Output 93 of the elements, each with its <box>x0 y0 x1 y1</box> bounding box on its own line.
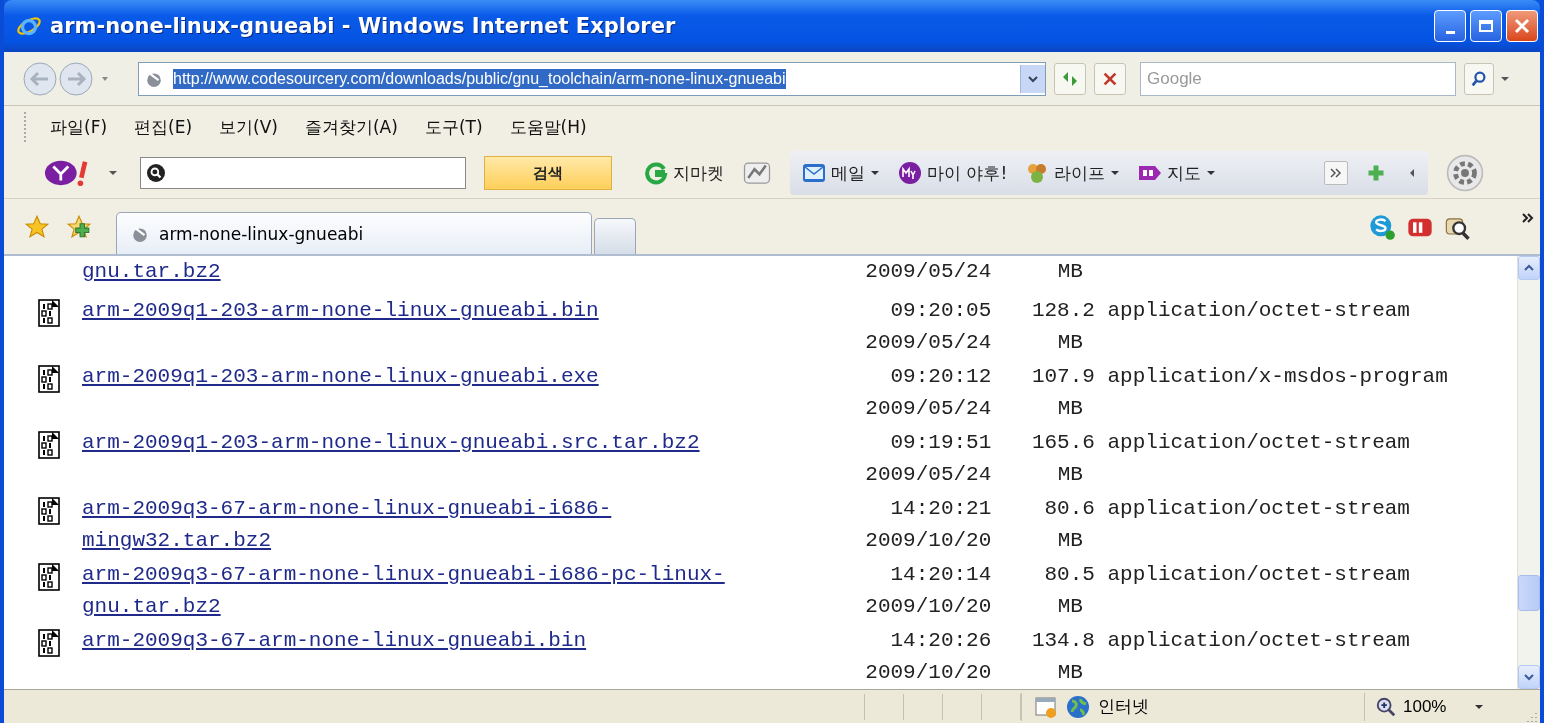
mime-type: application/octet-stream <box>1107 496 1410 522</box>
mime-type: application/octet-stream <box>1107 430 1410 456</box>
file-link[interactable]: arm-2009q1-203-arm-none-linux-gnueabi.bin <box>82 295 738 327</box>
modified-time: 14:20:21 <box>889 496 992 522</box>
menu-item[interactable]: 도움말(H) <box>509 115 587 139</box>
menu-item[interactable]: 보기(V) <box>219 115 278 139</box>
binary-file-icon <box>38 431 60 459</box>
size-unit: MB <box>1056 330 1084 356</box>
modified-date: 2009/10/20 <box>865 660 992 686</box>
caret-icon <box>1474 703 1485 710</box>
maximize-button[interactable] <box>1470 10 1502 42</box>
modified-time: 09:20:12 <box>889 364 992 390</box>
file-size: 128.2 <box>1030 298 1095 324</box>
binary-file-icon <box>38 299 60 327</box>
file-size: 80.5 <box>1043 562 1095 588</box>
modified-date: 2009/05/24 <box>865 396 992 422</box>
stop-button[interactable] <box>1094 62 1126 95</box>
file-link[interactable]: arm-2009q1-203-arm-none-linux-gnueabi.exe <box>82 361 738 393</box>
close-icon <box>1512 16 1532 36</box>
zoom-icon <box>1375 695 1397 718</box>
menu-item[interactable]: 파일(F) <box>50 115 108 139</box>
security-zone-label: 인터넷 <box>1098 695 1149 718</box>
file-size: 134.8 <box>1030 628 1095 654</box>
search-icon <box>147 164 165 182</box>
file-link[interactable]: arm-2009q3-67-arm-none-linux-gnueabi.bin <box>82 625 738 657</box>
modified-time: 09:19:51 <box>889 430 992 456</box>
settings-icon[interactable] <box>1446 154 1485 192</box>
toolbar-link[interactable]: 메일 <box>802 161 880 185</box>
zoom-control[interactable]: 100% <box>1365 695 1485 718</box>
close-button[interactable] <box>1506 10 1538 42</box>
modified-time: 14:20:26 <box>889 628 992 654</box>
mail-icon <box>802 161 826 185</box>
double-chevron-icon <box>1330 168 1343 178</box>
toolbar-grip[interactable] <box>24 112 29 142</box>
size-unit: MB <box>1056 528 1084 554</box>
blocked-popup-icon <box>1034 694 1058 719</box>
size-unit: MB <box>1056 259 1084 285</box>
mime-type: application/octet-stream <box>1107 562 1410 588</box>
file-link[interactable]: arm-2009q1-203-arm-none-linux-gnueabi.src.tar.bz2 <box>82 427 738 459</box>
toolbar-link[interactable]: 라이프 <box>1025 161 1121 185</box>
caret-icon[interactable] <box>1500 75 1510 82</box>
size-unit: MB <box>1056 396 1084 422</box>
skype-icon[interactable] <box>1368 212 1396 241</box>
modified-date: 2009/05/24 <box>865 462 992 488</box>
scroll-thumb[interactable] <box>1518 575 1540 611</box>
file-size: 165.6 <box>1030 430 1095 456</box>
file-size: 80.6 <box>1043 496 1095 522</box>
toolbar-link[interactable]: 지마켓 <box>644 161 724 185</box>
size-unit: MB <box>1056 594 1084 620</box>
add-favorite-icon[interactable] <box>66 213 92 240</box>
g-logo-icon <box>644 161 668 185</box>
file-link[interactable]: gnu.tar.bz2 <box>82 256 738 288</box>
toolbar-link[interactable]: 마이 야후! <box>898 161 1008 185</box>
search-button[interactable] <box>1464 62 1494 95</box>
modified-time: 14:20:14 <box>889 562 992 588</box>
menu-item[interactable]: 도구(T) <box>424 115 483 139</box>
star-icon[interactable] <box>24 213 50 240</box>
search-field[interactable] <box>140 157 466 189</box>
caret-icon <box>1028 73 1038 84</box>
toolbar-link[interactable]: 지도 <box>1138 161 1217 185</box>
globe-icon <box>1066 694 1090 719</box>
modified-date: 2009/10/20 <box>865 528 992 554</box>
address-field[interactable]: http://www.codesourcery.com/downloads/public/gnu_toolchain/arm-none-linux-gnueabi <box>138 61 1046 96</box>
menu-item[interactable]: 즐겨찾기(A) <box>304 115 398 139</box>
size-unit: MB <box>1056 462 1084 488</box>
refresh-button[interactable] <box>1054 62 1086 95</box>
url-text: http://www.codesourcery.com/downloads/public/gnu_toolchain/arm-none-linux-gnueabi <box>173 68 786 89</box>
binary-file-icon <box>38 365 60 393</box>
chevron-icon[interactable] <box>1522 212 1534 223</box>
scrollbar[interactable] <box>1517 256 1540 689</box>
more-button[interactable] <box>1324 161 1349 185</box>
menu-item[interactable]: 편집(E) <box>134 115 193 139</box>
size-unit: MB <box>1056 660 1084 686</box>
caret-icon[interactable] <box>108 170 118 176</box>
dropdown-button[interactable] <box>1020 64 1045 93</box>
mime-type: application/x-msdos-program <box>1107 364 1448 390</box>
modified-date: 2009/05/24 <box>865 330 992 356</box>
window-title: arm-none-linux-gnueabi - Windows Internet Explorer <box>50 14 676 38</box>
browser-tab[interactable]: arm-none-linux-gnueabi <box>116 212 592 254</box>
search-icon <box>1470 69 1488 88</box>
mime-type: application/octet-stream <box>1107 298 1410 324</box>
modified-time: 09:20:05 <box>889 298 992 324</box>
binary-file-icon <box>38 629 60 657</box>
search-field[interactable]: Google <box>1140 61 1456 96</box>
modified-date: 2009/10/20 <box>865 594 992 620</box>
search-button[interactable]: 검색 <box>484 156 612 190</box>
my-badge-icon <box>898 161 922 185</box>
modified-date: 2009/05/24 <box>865 259 992 285</box>
binary-file-icon <box>38 497 60 525</box>
minimize-button[interactable] <box>1434 10 1466 42</box>
file-size: 107.9 <box>1030 364 1095 390</box>
mime-type: application/octet-stream <box>1107 628 1410 654</box>
binary-file-icon <box>38 563 60 591</box>
